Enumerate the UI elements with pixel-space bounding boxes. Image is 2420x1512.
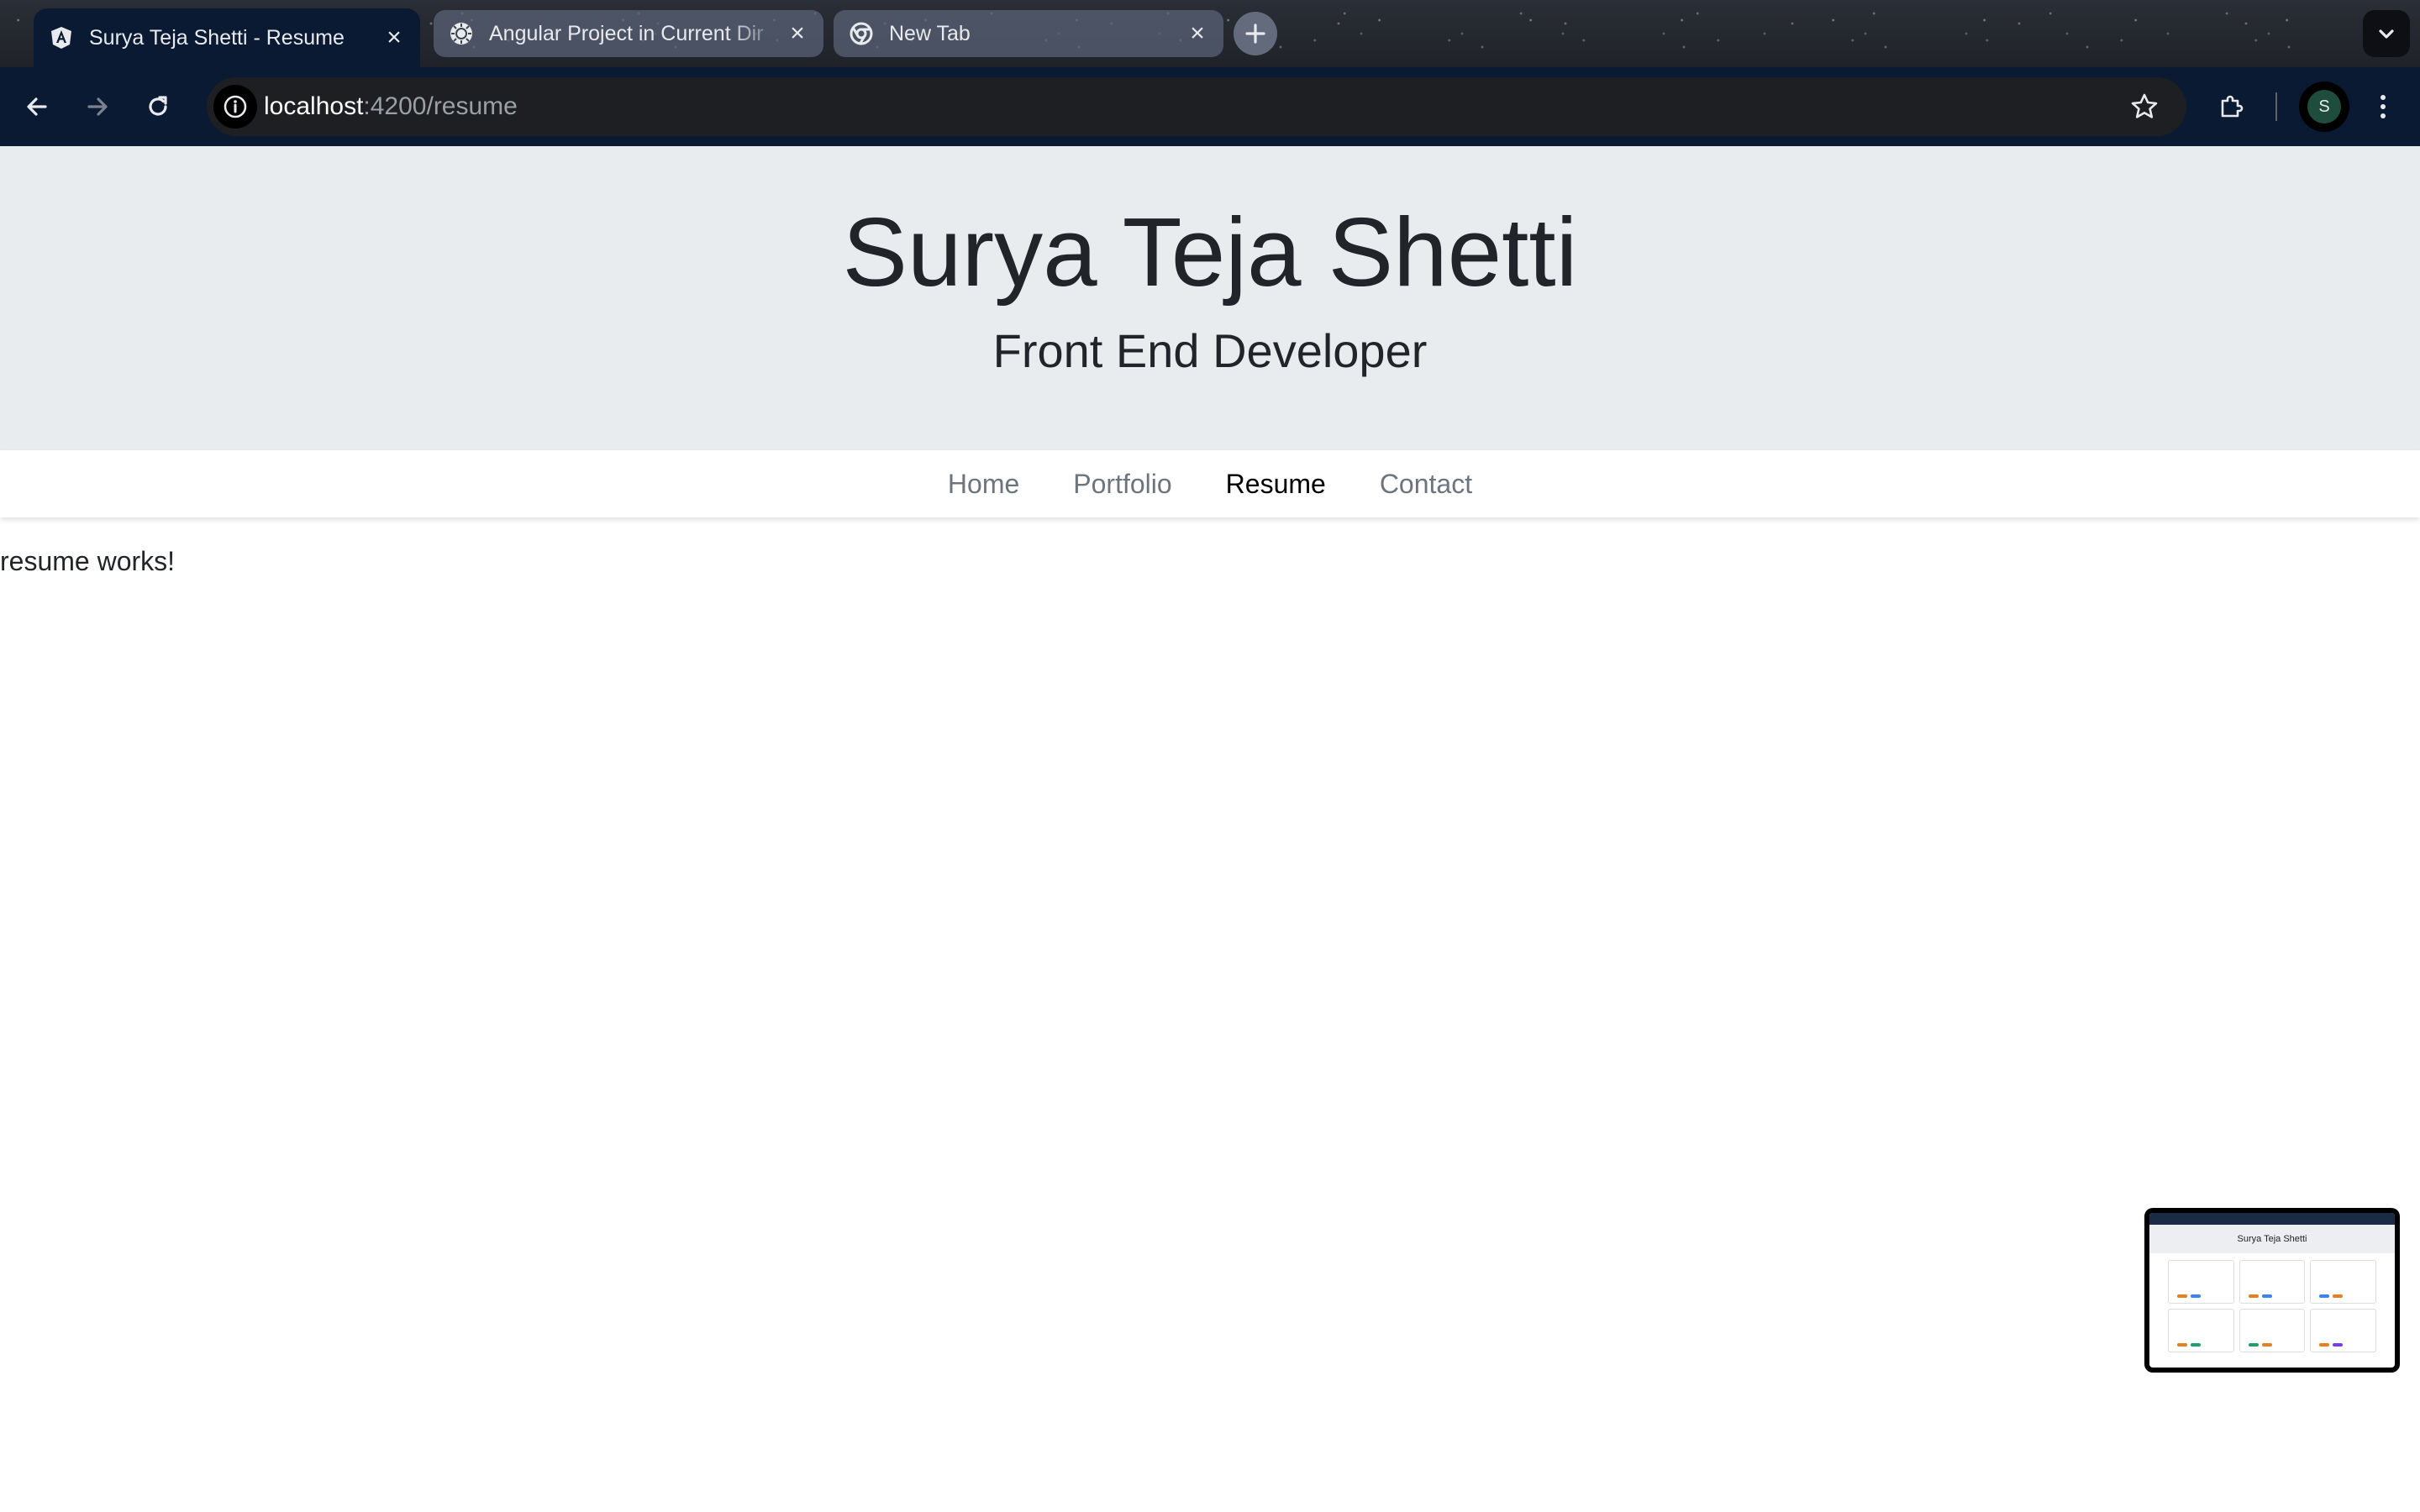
back-button[interactable] bbox=[17, 87, 57, 127]
site-navigation: Home Portfolio Resume Contact bbox=[0, 450, 2420, 517]
tab-resume[interactable]: Surya Teja Shetti - Resume × bbox=[34, 8, 420, 67]
profile-avatar[interactable]: S bbox=[2299, 81, 2349, 132]
preview-title: Surya Teja Shetti bbox=[2237, 1234, 2307, 1244]
preview-card bbox=[2168, 1309, 2234, 1352]
preview-card bbox=[2310, 1260, 2376, 1304]
profile-initial: S bbox=[2307, 90, 2341, 123]
tab-title: Angular Project in Current Dir bbox=[489, 21, 764, 45]
page-title: Surya Teja Shetti bbox=[842, 197, 1578, 307]
new-tab-button[interactable] bbox=[1234, 12, 1277, 55]
reload-icon bbox=[149, 96, 167, 116]
info-icon bbox=[224, 95, 247, 118]
tab-new-tab[interactable]: New Tab × bbox=[834, 10, 1223, 57]
screenshot-preview-thumbnail[interactable]: Surya Teja Shetti bbox=[2144, 1208, 2400, 1373]
more-vertical-icon bbox=[2381, 95, 2386, 118]
browser-toolbar: localhost:4200/resume S bbox=[0, 67, 2420, 146]
nav-link-contact[interactable]: Contact bbox=[1380, 469, 1472, 500]
extensions-button[interactable] bbox=[2212, 87, 2252, 127]
url-path: :4200/resume bbox=[363, 92, 518, 120]
browser-tab-strip: Surya Teja Shetti - Resume × Angular Pro… bbox=[0, 0, 2420, 67]
site-info-button[interactable] bbox=[213, 85, 257, 129]
forward-button[interactable] bbox=[77, 87, 118, 127]
preview-card bbox=[2238, 1260, 2306, 1304]
tab-title: New Tab bbox=[889, 21, 971, 45]
resume-content: resume works! bbox=[0, 546, 176, 576]
plus-icon bbox=[1245, 24, 1265, 44]
close-icon[interactable]: × bbox=[1185, 19, 1210, 47]
arrow-right-icon bbox=[87, 97, 108, 116]
bookmark-button[interactable] bbox=[2124, 87, 2165, 127]
address-bar[interactable]: localhost:4200/resume bbox=[207, 77, 2186, 136]
preview-cards bbox=[2149, 1253, 2395, 1359]
star-icon bbox=[2131, 93, 2158, 118]
tab-title: Surya Teja Shetti - Resume bbox=[89, 25, 345, 50]
tab-search-button[interactable] bbox=[2363, 10, 2410, 57]
close-icon[interactable]: × bbox=[785, 19, 810, 47]
url-text[interactable]: localhost:4200/resume bbox=[264, 77, 518, 136]
preview-card bbox=[2238, 1309, 2306, 1352]
reload-button[interactable] bbox=[138, 87, 178, 127]
preview-browser-bar bbox=[2149, 1213, 2395, 1225]
nav-link-resume[interactable]: Resume bbox=[1226, 469, 1326, 500]
page-subtitle: Front End Developer bbox=[992, 324, 1428, 377]
arrow-left-icon bbox=[27, 97, 47, 116]
chrome-icon bbox=[849, 21, 874, 46]
preview-card bbox=[2168, 1260, 2234, 1304]
puzzle-icon bbox=[2221, 95, 2244, 118]
toolbar-divider bbox=[2275, 92, 2277, 121]
hero-header: Surya Teja Shetti Front End Developer bbox=[0, 146, 2420, 450]
preview-header: Surya Teja Shetti bbox=[2149, 1225, 2395, 1253]
angular-icon bbox=[49, 25, 74, 50]
tab-angular-project[interactable]: Angular Project in Current Dir × bbox=[434, 10, 823, 57]
url-host: localhost bbox=[264, 92, 364, 120]
preview-card bbox=[2310, 1309, 2376, 1352]
chatgpt-icon bbox=[449, 21, 474, 46]
close-icon[interactable]: × bbox=[381, 24, 407, 51]
nav-link-portfolio[interactable]: Portfolio bbox=[1073, 469, 1171, 500]
preview-screen: Surya Teja Shetti bbox=[2149, 1213, 2395, 1368]
nav-link-home[interactable]: Home bbox=[948, 469, 1019, 500]
chevron-down-icon bbox=[2379, 29, 2394, 39]
browser-menu-button[interactable] bbox=[2366, 87, 2400, 127]
